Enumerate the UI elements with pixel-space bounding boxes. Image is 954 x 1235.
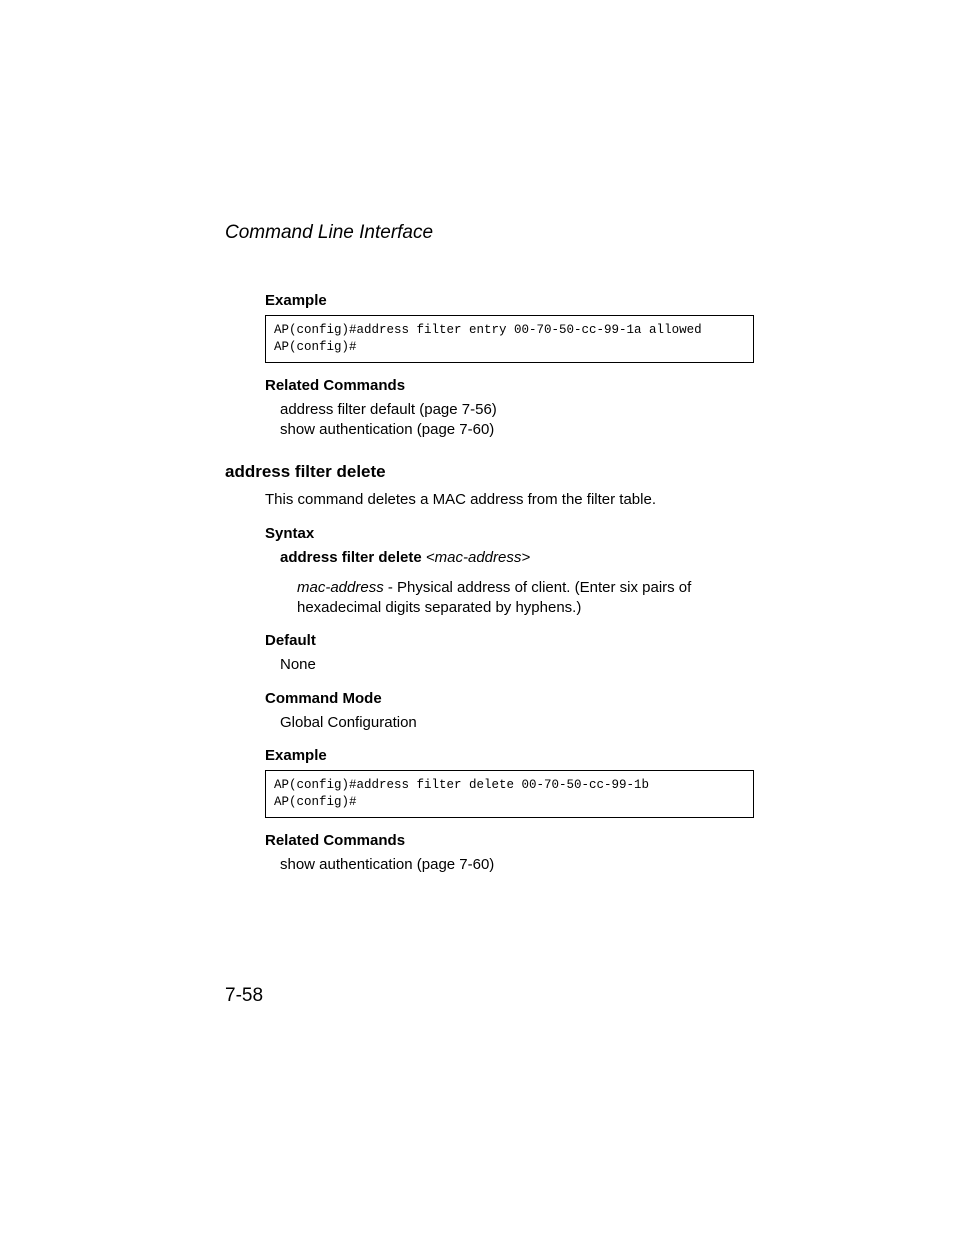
code-example-1: AP(config)#address filter entry 00-70-50… <box>265 315 754 363</box>
parameter-name: mac-address <box>297 579 384 596</box>
code-example-2: AP(config)#address filter delete 00-70-5… <box>265 770 754 818</box>
example-heading-1: Example <box>265 292 754 309</box>
syntax-heading: Syntax <box>265 525 754 542</box>
example-heading-2: Example <box>265 747 754 764</box>
related-commands-heading-1: Related Commands <box>265 377 754 394</box>
command-description: This command deletes a MAC address from … <box>265 490 754 510</box>
related-commands-list-2: show authentication (page 7-60) <box>280 855 754 875</box>
related-commands-list-1: address filter default (page 7-56) show … <box>280 400 754 441</box>
command-mode-value: Global Configuration <box>280 713 754 733</box>
related-command-item: address filter default (page 7-56) <box>280 401 497 418</box>
default-heading: Default <box>265 632 754 649</box>
syntax-command: address filter delete <box>280 549 422 566</box>
syntax-line: address filter delete <mac-address> <box>280 548 754 568</box>
parameter-description: mac-address - Physical address of client… <box>297 578 697 619</box>
chapter-title: Command Line Interface <box>225 222 754 244</box>
page-number: 7-58 <box>225 985 263 1007</box>
page-content: Command Line Interface Example AP(config… <box>0 0 954 875</box>
related-command-item: show authentication (page 7-60) <box>280 856 494 873</box>
default-value: None <box>280 655 754 675</box>
syntax-argument: <mac-address> <box>426 549 530 566</box>
related-commands-heading-2: Related Commands <box>265 832 754 849</box>
command-mode-heading: Command Mode <box>265 690 754 707</box>
command-title: address filter delete <box>225 462 754 482</box>
related-command-item: show authentication (page 7-60) <box>280 421 494 438</box>
